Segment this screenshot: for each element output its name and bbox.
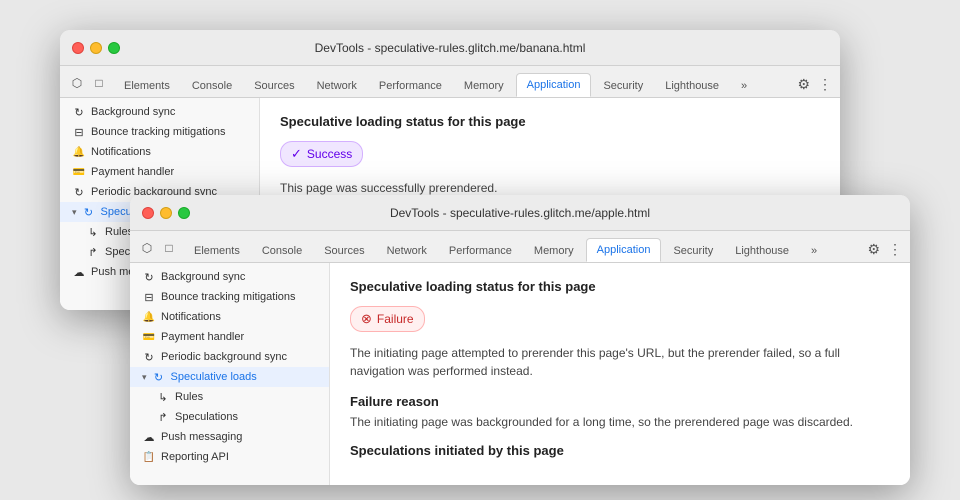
tab-application-2[interactable]: Application: [586, 238, 662, 262]
tab-more-1[interactable]: »: [731, 75, 757, 97]
tab-memory-2[interactable]: Memory: [524, 240, 584, 262]
arrow-icon-2: ▾: [142, 372, 147, 383]
window-title-2: DevTools - speculative-rules.glitch.me/a…: [390, 206, 650, 220]
sidebar-periodic-bg-sync-2[interactable]: ↻ Periodic background sync: [130, 347, 329, 367]
status-description-2: The initiating page attempted to prerend…: [350, 344, 890, 380]
tab-network-2[interactable]: Network: [377, 240, 437, 262]
maximize-button-1[interactable]: [108, 42, 120, 54]
title-bar-1: DevTools - speculative-rules.glitch.me/b…: [60, 30, 840, 66]
bg-sync-icon-2: ↻: [142, 270, 156, 284]
sidebar-speculations-2[interactable]: ↱ Speculations: [130, 407, 329, 427]
failure-icon-2: ⊗: [361, 311, 372, 327]
speculations-icon-2: ↱: [156, 410, 170, 424]
tabs-bar-2: ⬡ □ Elements Console Sources Network Per…: [130, 231, 910, 263]
success-icon-1: ✓: [291, 146, 302, 162]
sidebar-bounce-tracking-2[interactable]: ⊟ Bounce tracking mitigations: [130, 287, 329, 307]
tab-performance-1[interactable]: Performance: [369, 75, 452, 97]
sidebar-notifications-2[interactable]: 🔔 Notifications: [130, 307, 329, 327]
sidebar-payment-handler-1[interactable]: 💳 Payment handler: [60, 162, 259, 182]
inspect-icon-2[interactable]: □: [160, 239, 178, 257]
tab-lighthouse-1[interactable]: Lighthouse: [655, 75, 729, 97]
minimize-button-1[interactable]: [90, 42, 102, 54]
tabs-right-1: ⚙ ⋮: [797, 76, 832, 97]
title-bar-2: DevTools - speculative-rules.glitch.me/a…: [130, 195, 910, 231]
speculative-icon-2: ↻: [152, 370, 166, 384]
tab-sources-2[interactable]: Sources: [314, 240, 374, 262]
sidebar-reporting-api-2[interactable]: 📋 Reporting API: [130, 447, 329, 467]
traffic-lights-2: [142, 207, 190, 219]
status-badge-1: ✓ Success: [280, 141, 363, 167]
tab-network-1[interactable]: Network: [307, 75, 367, 97]
cursor-icon[interactable]: ⬡: [68, 74, 86, 92]
status-text-1: Success: [307, 147, 352, 161]
tab-more-2[interactable]: »: [801, 240, 827, 262]
sidebar-background-sync-1[interactable]: ↻ Background sync: [60, 102, 259, 122]
reporting-icon-2: 📋: [142, 450, 156, 464]
panel-title-2: Speculative loading status for this page: [350, 279, 890, 294]
periodic-sync-icon-1: ↻: [72, 185, 86, 199]
more-icon-1[interactable]: ⋮: [818, 76, 832, 93]
sidebar-rules-2[interactable]: ↳ Rules: [130, 387, 329, 407]
sidebar-notifications-1[interactable]: 🔔 Notifications: [60, 142, 259, 162]
status-text-2: Failure: [377, 312, 414, 326]
payment-icon-2: 💳: [142, 330, 156, 344]
tab-security-2[interactable]: Security: [663, 240, 723, 262]
push-icon-2: ☁: [142, 430, 156, 444]
arrow-icon-1: ▾: [72, 207, 77, 218]
window-title-1: DevTools - speculative-rules.glitch.me/b…: [315, 41, 586, 55]
rules-icon-2: ↳: [156, 390, 170, 404]
status-badge-2: ⊗ Failure: [350, 306, 425, 332]
sidebar-background-sync-2[interactable]: ↻ Background sync: [130, 267, 329, 287]
settings-icon-2[interactable]: ⚙: [867, 241, 880, 258]
speculative-icon-1: ↻: [82, 205, 96, 219]
inspect-icon[interactable]: □: [90, 74, 108, 92]
tab-console-1[interactable]: Console: [182, 75, 242, 97]
tab-icons-2: ⬡ □: [138, 239, 178, 262]
content-area-2: ↻ Background sync ⊟ Bounce tracking miti…: [130, 263, 910, 485]
tabs-bar-1: ⬡ □ Elements Console Sources Network Per…: [60, 66, 840, 98]
payment-icon-1: 💳: [72, 165, 86, 179]
push-icon-1: ☁: [72, 265, 86, 279]
speculations-initiated-title-2: Speculations initiated by this page: [350, 443, 890, 458]
main-panel-2: Speculative loading status for this page…: [330, 263, 910, 485]
cursor-icon-2[interactable]: ⬡: [138, 239, 156, 257]
devtools-window-2: DevTools - speculative-rules.glitch.me/a…: [130, 195, 910, 485]
sidebar-push-messaging-2[interactable]: ☁ Push messaging: [130, 427, 329, 447]
settings-icon-1[interactable]: ⚙: [797, 76, 810, 93]
periodic-sync-icon-2: ↻: [142, 350, 156, 364]
close-button-2[interactable]: [142, 207, 154, 219]
tab-sources-1[interactable]: Sources: [244, 75, 304, 97]
minimize-button-2[interactable]: [160, 207, 172, 219]
tab-security-1[interactable]: Security: [593, 75, 653, 97]
notifications-icon-1: 🔔: [72, 145, 86, 159]
sidebar-payment-handler-2[interactable]: 💳 Payment handler: [130, 327, 329, 347]
tab-elements-2[interactable]: Elements: [184, 240, 250, 262]
rules-icon-1: ↳: [86, 225, 100, 239]
tab-lighthouse-2[interactable]: Lighthouse: [725, 240, 799, 262]
sidebar-bounce-tracking-1[interactable]: ⊟ Bounce tracking mitigations: [60, 122, 259, 142]
close-button-1[interactable]: [72, 42, 84, 54]
maximize-button-2[interactable]: [178, 207, 190, 219]
tab-console-2[interactable]: Console: [252, 240, 312, 262]
bg-sync-icon-1: ↻: [72, 105, 86, 119]
bounce-icon-1: ⊟: [72, 125, 86, 139]
tab-memory-1[interactable]: Memory: [454, 75, 514, 97]
tab-icons-1: ⬡ □: [68, 74, 108, 97]
failure-reason-title-2: Failure reason: [350, 394, 890, 409]
tab-application-1[interactable]: Application: [516, 73, 592, 97]
notifications-icon-2: 🔔: [142, 310, 156, 324]
more-icon-2[interactable]: ⋮: [888, 241, 902, 258]
sidebar-speculative-loads-2[interactable]: ▾ ↻ Speculative loads: [130, 367, 329, 387]
speculations-icon-1: ↱: [86, 245, 100, 259]
panel-title-1: Speculative loading status for this page: [280, 114, 820, 129]
sidebar-2: ↻ Background sync ⊟ Bounce tracking miti…: [130, 263, 330, 485]
failure-reason-text-2: The initiating page was backgrounded for…: [350, 415, 890, 429]
traffic-lights-1: [72, 42, 120, 54]
bounce-icon-2: ⊟: [142, 290, 156, 304]
tabs-right-2: ⚙ ⋮: [867, 241, 902, 262]
tab-elements-1[interactable]: Elements: [114, 75, 180, 97]
tab-performance-2[interactable]: Performance: [439, 240, 522, 262]
